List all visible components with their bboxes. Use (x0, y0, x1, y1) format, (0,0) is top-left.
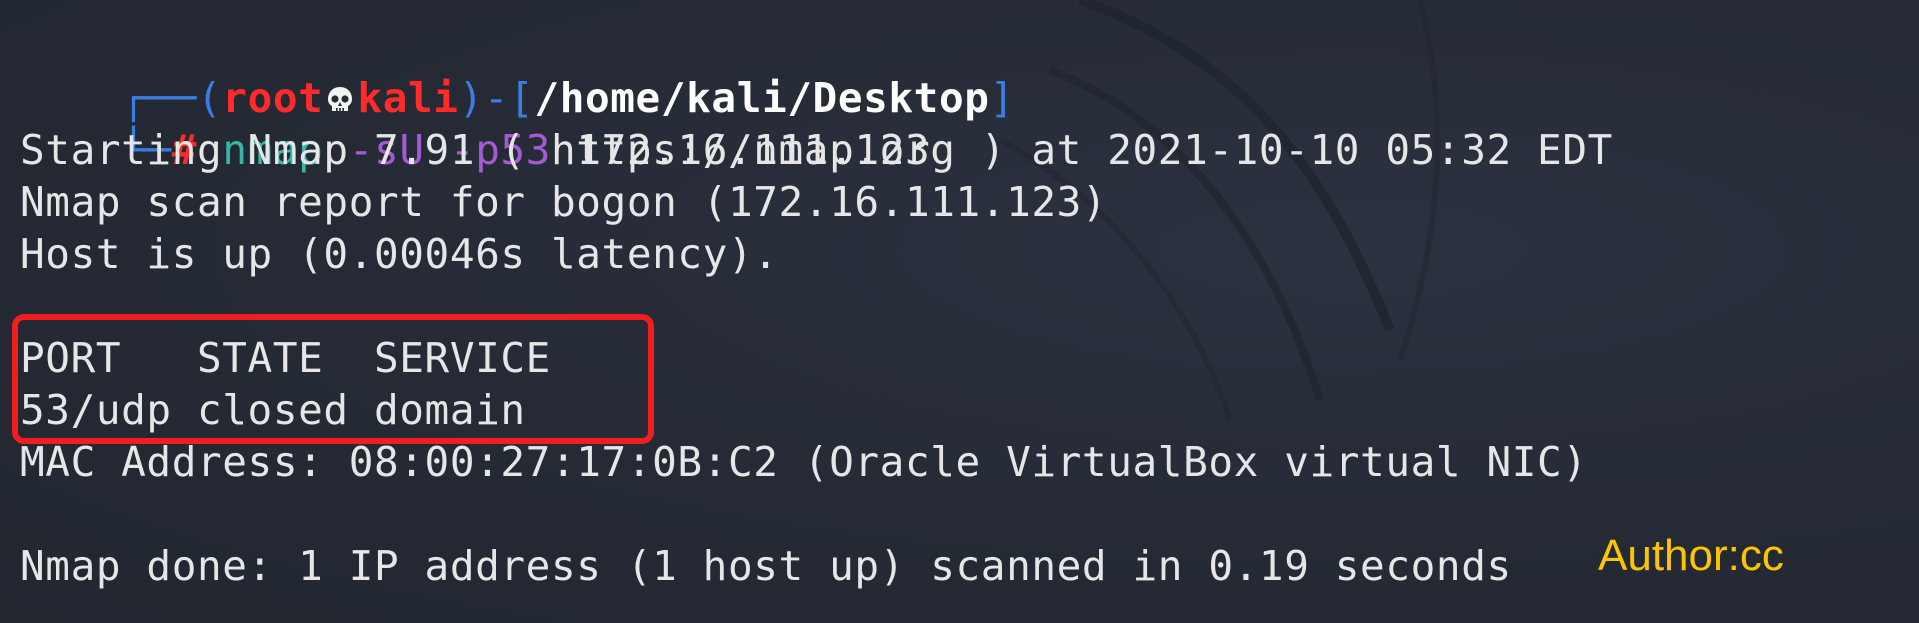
prompt-line-2[interactable]: └─# nmap -sU -p53 172.16.111.123 (20, 72, 930, 174)
output-done: Nmap done: 1 IP address (1 host up) scan… (20, 542, 1512, 590)
prompt-line-1: ┌──(root kali)-[/home/kali/Desktop] (20, 20, 1015, 122)
output-host-up: Host is up (0.00046s latency). (20, 230, 779, 278)
output-starting: Starting Nmap 7.91 ( https://nmap.org ) … (20, 126, 1613, 174)
port-table-highlight-box (12, 314, 654, 444)
terminal-window[interactable]: ┌──(root kali)-[/home/kali/Desktop] └─# … (0, 0, 1919, 623)
author-watermark: Author:cc (1598, 531, 1784, 580)
prompt-frame-end: ] (989, 74, 1015, 122)
output-scan-report: Nmap scan report for bogon (172.16.111.1… (20, 178, 1108, 226)
